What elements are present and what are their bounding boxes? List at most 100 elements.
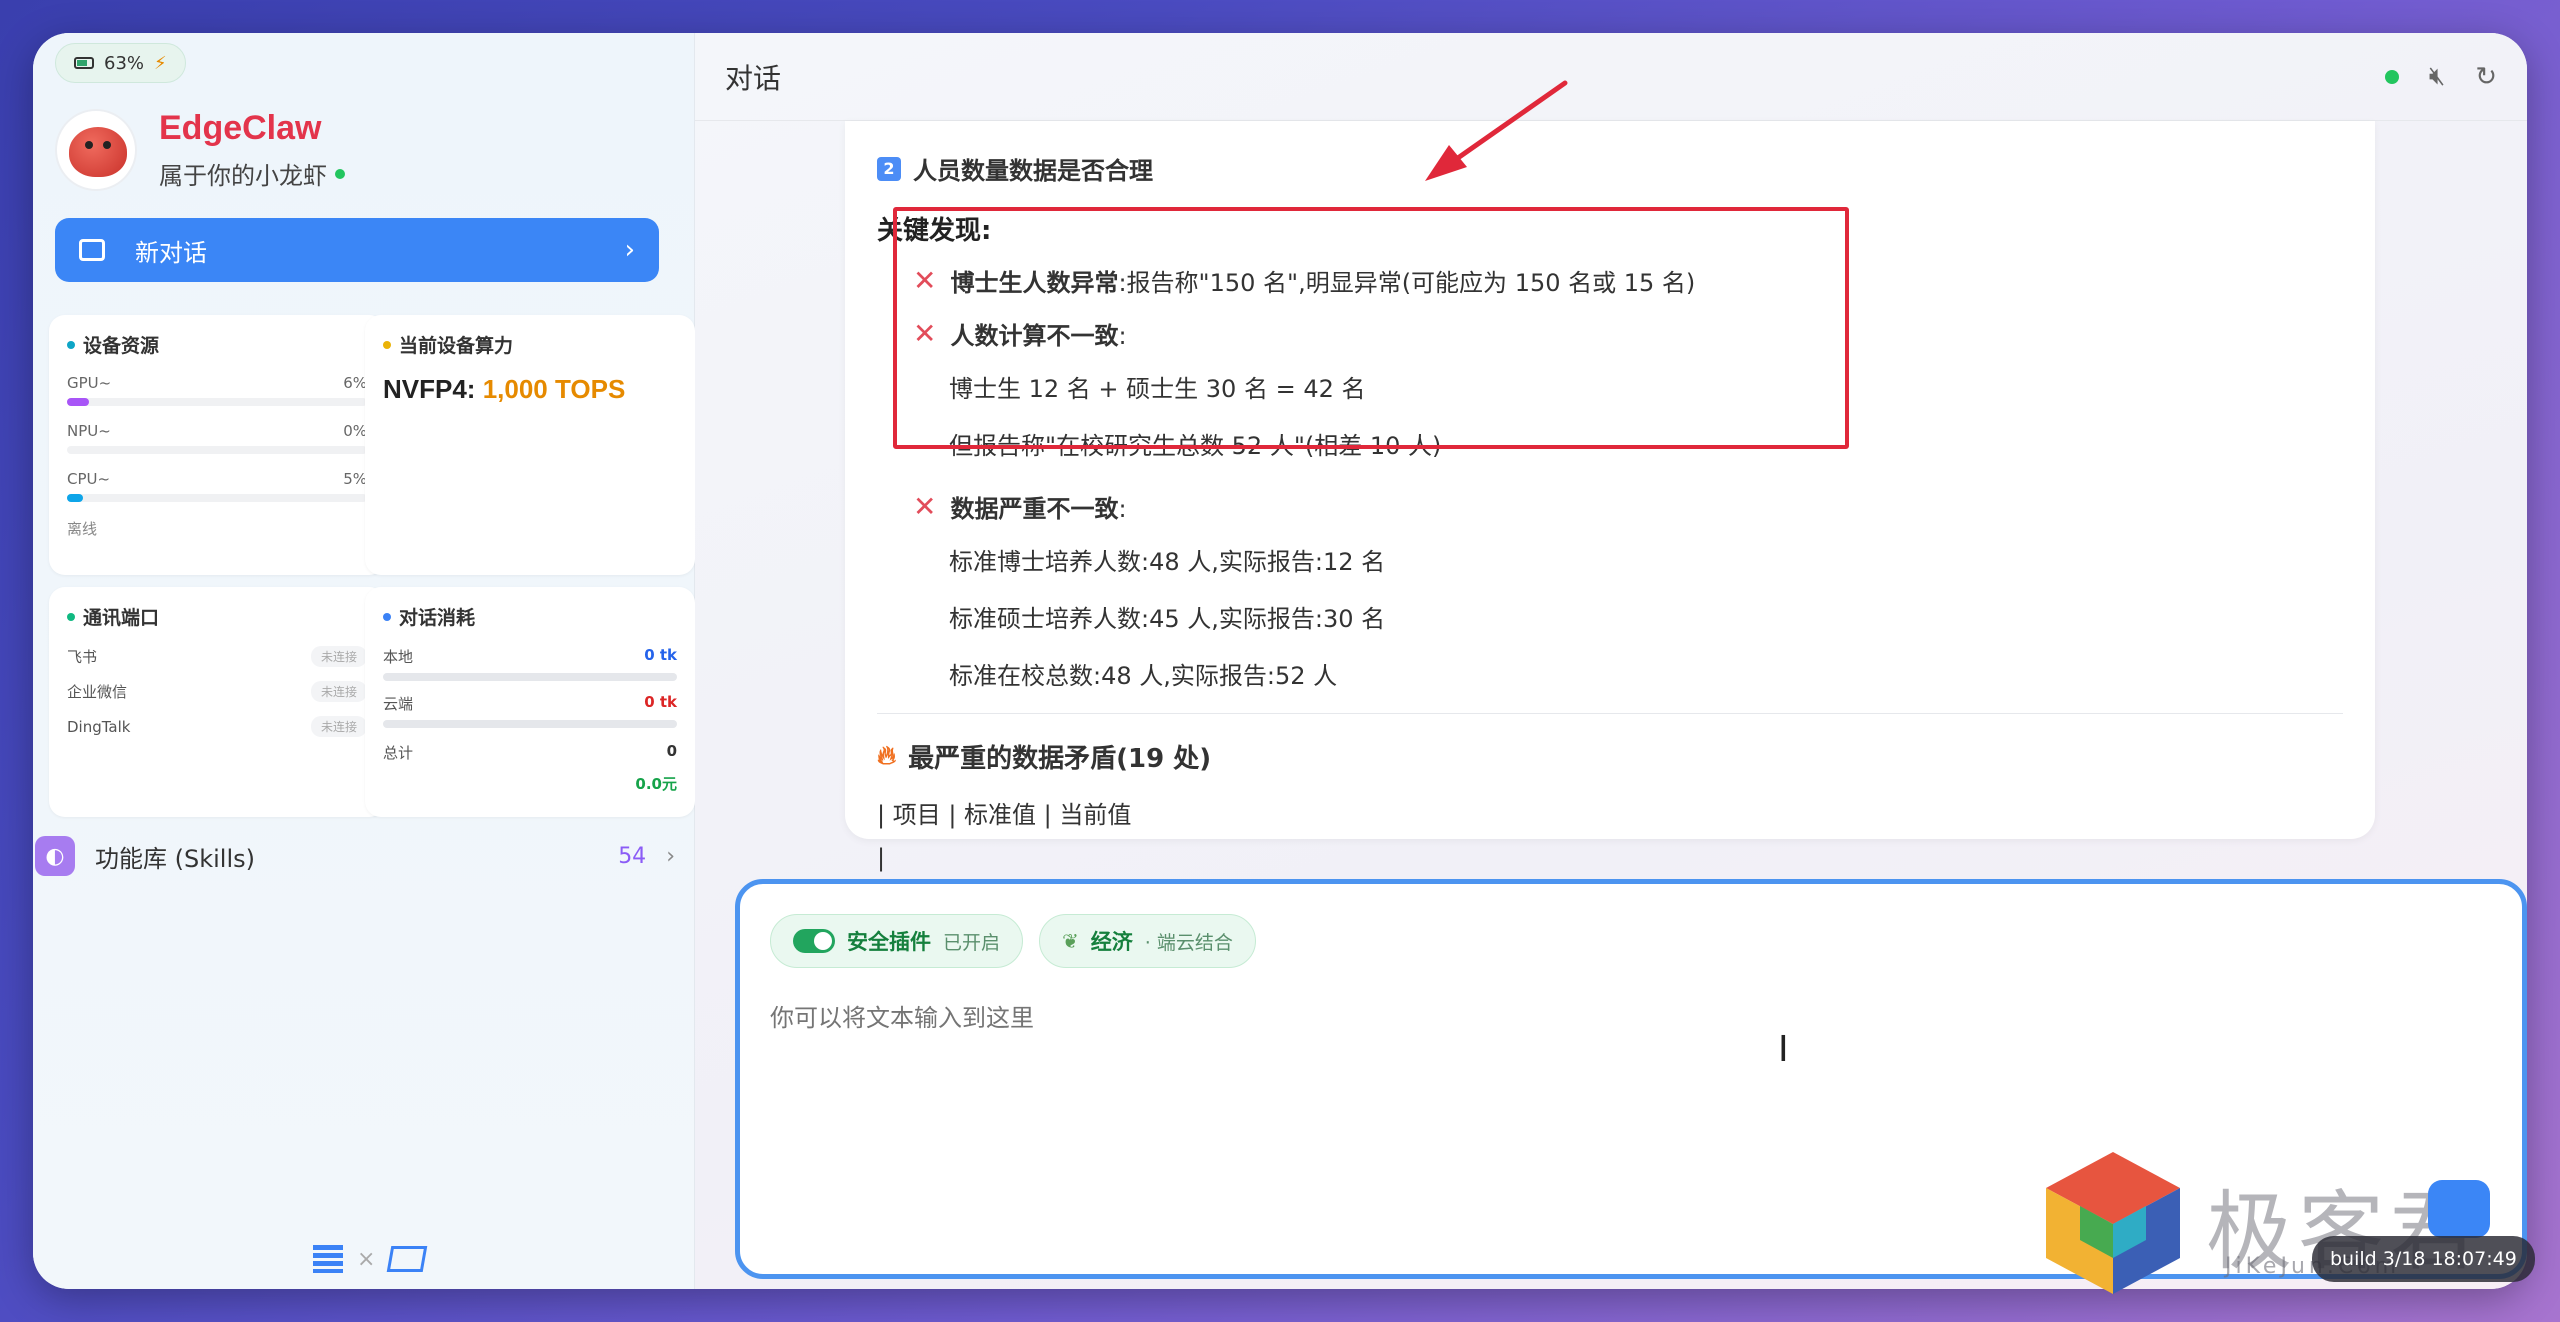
app-name: EdgeClaw: [159, 109, 322, 147]
divider: [877, 713, 2343, 714]
skills-icon: ◐: [35, 836, 75, 876]
npu-value: 0%: [343, 422, 367, 440]
security-plugin-status: 已开启: [943, 931, 1001, 954]
times-icon: ×: [357, 1246, 376, 1272]
charging-icon: ⚡: [154, 52, 167, 74]
new-chat-label: 新对话: [135, 238, 207, 267]
connection-status-dot: [2384, 69, 2399, 84]
cpu-value: 5%: [343, 470, 367, 488]
build-label: build 3/18 18:07:49: [2312, 1236, 2535, 1282]
port-wecom-label: 企业微信: [67, 683, 128, 701]
cpu-meter: [67, 494, 367, 502]
watermark-logo-icon: [2046, 1152, 2180, 1294]
leaf-icon: ❦: [1062, 929, 1079, 953]
device-resources-title: 设备资源: [83, 335, 160, 357]
annotation-highlight-box: [893, 207, 1849, 449]
sidebar: 63% ⚡ EdgeClaw 属于你的小龙虾 新对话 › 设备资源 GPU~ 6…: [33, 33, 695, 1289]
app-subtitle: 属于你的小龙虾: [159, 156, 345, 191]
cross-icon: ✕: [913, 490, 937, 523]
skills-label: 功能库 (Skills): [95, 844, 255, 873]
profile: EdgeClaw 属于你的小龙虾: [55, 109, 345, 191]
compute-value: NVFP4: 1,000 TOPS: [383, 374, 677, 405]
compute-tops: 1,000 TOPS: [482, 374, 626, 404]
battery-indicator: 63% ⚡: [55, 43, 186, 83]
tokens-local-value: 0 tk: [644, 646, 677, 664]
partner-logos: ×: [313, 1245, 428, 1273]
partner-logo-left-icon: [313, 1245, 343, 1273]
port-wecom-status: 未连接: [310, 681, 367, 702]
tokens-card: 对话消耗 本地 0 tk 云端 0 tk 总计 0 0.0元: [365, 587, 695, 817]
port-dingtalk[interactable]: DingTalk 未连接: [67, 716, 367, 737]
finding-item-bold: 数据严重不一致: [950, 495, 1119, 523]
skills-count: 54: [618, 843, 647, 869]
npu-meter: [67, 446, 367, 454]
compute-format: NVFP4:: [383, 374, 476, 404]
economy-label: 经济: [1090, 930, 1133, 954]
compute-card: 当前设备算力 NVFP4: 1,000 TOPS: [365, 315, 695, 575]
mute-icon[interactable]: 🔇︎: [2429, 61, 2445, 92]
port-feishu-label: 飞书: [67, 648, 98, 666]
annotation-arrow-icon: [1425, 80, 1568, 181]
security-plugin-label: 安全插件: [847, 930, 931, 954]
hot-title: 最严重的数据矛盾(19 处): [908, 744, 1212, 774]
std-line: 标准硕士培养人数:45 人,实际报告:30 名: [949, 605, 1386, 633]
app-subtitle-text: 属于你的小龙虾: [159, 162, 327, 190]
new-chat-button[interactable]: 新对话 ›: [55, 218, 659, 282]
port-feishu[interactable]: 飞书 未连接: [67, 646, 367, 667]
finding-item: ✕ 数据严重不一致:: [913, 489, 2343, 524]
battery-icon: [74, 57, 94, 69]
device-resources-card: 设备资源 GPU~ 6% NPU~ 0% CPU~ 5% 离线: [49, 315, 385, 575]
section-heading: 2 人员数量数据是否合理: [877, 151, 2343, 186]
compute-title: 当前设备算力: [399, 335, 514, 357]
ports-card: 通讯端口 飞书 未连接 企业微信 未连接 DingTalk 未连接: [49, 587, 385, 817]
chat-title: 对话: [725, 61, 782, 95]
port-dingtalk-status: 未连接: [310, 716, 367, 737]
app-window: 63% ⚡ EdgeClaw 属于你的小龙虾 新对话 › 设备资源 GPU~ 6…: [33, 33, 2527, 1289]
port-wecom[interactable]: 企业微信 未连接: [67, 681, 367, 702]
chevron-right-icon: ›: [624, 235, 635, 265]
tokens-local-bar: [383, 673, 677, 681]
tokens-local-label: 本地: [383, 648, 414, 666]
tokens-total-label: 总计: [383, 744, 414, 762]
tokens-title: 对话消耗: [399, 607, 476, 629]
fire-icon: 🔥︎: [877, 741, 897, 771]
send-button[interactable]: [2428, 1180, 2490, 1238]
chat-bubble-icon: [79, 239, 105, 261]
refresh-icon[interactable]: ↻: [2475, 62, 2497, 92]
gpu-meter: [67, 398, 367, 406]
ports-title: 通讯端口: [83, 607, 160, 629]
std-line: 标准在校总数:48 人,实际报告:52 人: [949, 662, 1338, 690]
port-feishu-status: 未连接: [310, 646, 367, 667]
tokens-cost: 0.0元: [635, 775, 677, 793]
section-number-badge: 2: [877, 156, 901, 181]
hot-heading: 🔥︎ 最严重的数据矛盾(19 处): [877, 738, 2343, 775]
chevron-right-icon: ›: [666, 843, 675, 869]
message-input[interactable]: [770, 1004, 2492, 1032]
gpu-value: 6%: [343, 374, 367, 392]
text-cursor-icon: I: [1778, 1029, 1789, 1070]
partner-logo-right-icon: [387, 1246, 428, 1272]
security-toggle[interactable]: [793, 929, 835, 953]
chat-header: 对话 🔇︎ ↻: [695, 33, 2527, 121]
table-cursor-line: |: [877, 844, 886, 872]
tokens-total-value: 0: [666, 742, 677, 760]
battery-level: 63%: [104, 52, 145, 74]
online-status-dot: [335, 168, 345, 179]
table-header-line: | 项目 | 标准值 | 当前值: [877, 801, 1132, 829]
gpu-label: GPU~: [67, 374, 112, 392]
npu-label: NPU~: [67, 422, 111, 440]
tokens-cloud-bar: [383, 720, 677, 728]
economy-mode-chip[interactable]: ❦ 经济 · 端云结合: [1039, 914, 1256, 968]
device-status: 离线: [67, 520, 98, 538]
skills-library-button[interactable]: ◐ 功能库 (Skills) 54 ›: [33, 831, 695, 881]
tokens-cloud-label: 云端: [383, 695, 414, 713]
cpu-label: CPU~: [67, 470, 111, 488]
section-title: 人员数量数据是否合理: [913, 157, 1153, 185]
finding-item-text: :: [1118, 495, 1127, 523]
economy-sub: · 端云结合: [1144, 931, 1233, 954]
std-line: 标准博士培养人数:48 人,实际报告:12 名: [949, 548, 1386, 576]
port-dingtalk-label: DingTalk: [67, 717, 131, 736]
tokens-cloud-value: 0 tk: [644, 693, 677, 711]
security-plugin-chip[interactable]: 安全插件 已开启: [770, 914, 1024, 968]
avatar: [55, 109, 137, 191]
